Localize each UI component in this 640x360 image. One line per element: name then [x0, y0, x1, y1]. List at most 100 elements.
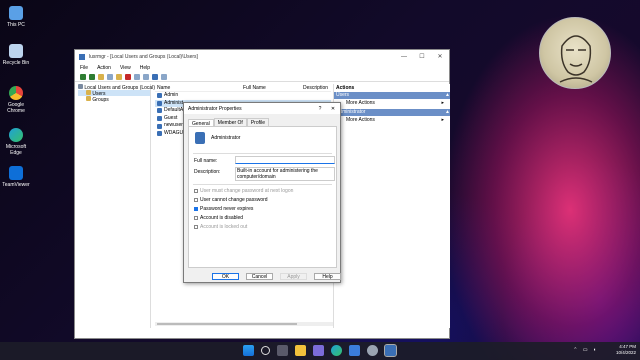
- system-tray-icons[interactable]: ⌃ ▭ ◖: [573, 347, 598, 353]
- help-icon[interactable]: [152, 73, 158, 80]
- delete-icon[interactable]: [125, 73, 131, 80]
- taskbar-icons: [243, 344, 397, 357]
- list-item[interactable]: Admin: [155, 92, 331, 100]
- menu-bar: File Action View Help: [75, 63, 449, 72]
- user-icon: [157, 116, 162, 122]
- toolbar: [75, 72, 449, 82]
- desktop-icon-this-pc[interactable]: This PC: [2, 6, 30, 28]
- checkbox-box-checked: [194, 207, 198, 211]
- store-icon[interactable]: [349, 345, 360, 356]
- clock[interactable]: 4:47 PM 10/4/2022: [616, 344, 636, 356]
- task-view-icon[interactable]: [277, 345, 288, 356]
- user-icon: [157, 123, 162, 129]
- folder-icon: [86, 90, 91, 95]
- ok-button[interactable]: OK: [212, 273, 239, 280]
- collapse-icon: ▲: [445, 92, 450, 98]
- checkbox-box: [194, 225, 198, 229]
- menu-action[interactable]: Action: [97, 65, 111, 71]
- edge-icon: [9, 128, 23, 142]
- full-name-label: Full name:: [194, 158, 218, 164]
- chevron-right-icon: ▸: [441, 100, 444, 106]
- window-titlebar[interactable]: lusrmgr - [Local Users and Groups (Local…: [75, 50, 449, 63]
- actions-section-administrator[interactable]: Administrator ▲: [334, 109, 450, 116]
- user-icon: [157, 131, 162, 137]
- desktop-icon-chrome[interactable]: Google Chrome: [2, 86, 30, 114]
- edge-icon[interactable]: [331, 345, 342, 356]
- lusrmgr-icon[interactable]: [384, 344, 397, 357]
- folder-icon: [86, 96, 91, 101]
- desktop-icon-label: This PC: [7, 22, 25, 28]
- collapse-icon: ▲: [445, 109, 450, 115]
- chevron-right-icon: ▸: [441, 117, 444, 123]
- user-icon: [157, 108, 162, 114]
- column-description[interactable]: Description: [303, 84, 331, 91]
- desktop-icon-label: TeamViewer: [2, 182, 30, 188]
- desktop-icon-label: Recycle Bin: [2, 60, 30, 66]
- up-folder-icon[interactable]: [98, 73, 104, 80]
- more-actions-users[interactable]: More Actions ▸: [334, 99, 450, 108]
- settings-icon[interactable]: [367, 345, 378, 356]
- dialog-title: Administrator Properties: [188, 105, 242, 112]
- window-title: lusrmgr - [Local Users and Groups (Local…: [89, 53, 198, 60]
- tree-item-groups[interactable]: Groups: [78, 96, 150, 103]
- help-dialog-button[interactable]: Help: [314, 273, 341, 280]
- user-icon: [157, 100, 162, 106]
- folder-icon[interactable]: [116, 73, 122, 80]
- user-icon: [157, 93, 162, 99]
- desktop-icon-label: Microsoft Edge: [5, 144, 27, 156]
- windows-start-icon[interactable]: [243, 345, 254, 356]
- actions-section-users[interactable]: Users ▲: [334, 92, 450, 99]
- description-field[interactable]: Built-in account for administering the c…: [235, 167, 335, 181]
- list-header: Name Full Name Description: [155, 84, 331, 92]
- refresh-icon[interactable]: [143, 73, 149, 80]
- checkbox-account-disabled[interactable]: Account is disabled: [194, 215, 243, 221]
- menu-view[interactable]: View: [120, 65, 131, 71]
- menu-help[interactable]: Help: [140, 65, 150, 71]
- maximize-button[interactable]: ☐: [413, 53, 431, 60]
- checkbox-account-locked-out[interactable]: Account is locked out: [194, 224, 247, 230]
- more-actions-administrator[interactable]: More Actions ▸: [334, 116, 450, 125]
- checkbox-box: [194, 216, 198, 220]
- show-tree-icon[interactable]: [107, 73, 113, 80]
- checkbox-password-never-expires[interactable]: Password never expires: [194, 206, 253, 212]
- back-icon[interactable]: [80, 73, 86, 80]
- properties-dialog: Administrator Properties ? ✕ General Mem…: [183, 102, 341, 283]
- properties-icon[interactable]: [134, 73, 140, 80]
- chat-icon[interactable]: [313, 345, 324, 356]
- menu-file[interactable]: File: [80, 65, 88, 71]
- scrollbar-thumb[interactable]: [157, 323, 297, 325]
- desktop-icon-recycle-bin[interactable]: Recycle Bin: [2, 44, 30, 66]
- divider: [193, 184, 332, 185]
- full-name-field[interactable]: [235, 156, 335, 164]
- chrome-icon: [9, 86, 23, 100]
- desktop-icon-teamviewer[interactable]: TeamViewer: [2, 166, 30, 188]
- desktop-icon-label: Google Chrome: [7, 102, 25, 114]
- file-explorer-icon[interactable]: [295, 345, 306, 356]
- user-icon: [195, 132, 205, 144]
- checkbox-cannot-change-password[interactable]: User cannot change password: [194, 197, 268, 203]
- apply-button[interactable]: Apply: [280, 273, 307, 280]
- clock-date: 10/4/2022: [615, 350, 636, 355]
- taskbar: ⌃ ▭ ◖ 4:47 PM 10/4/2022: [0, 342, 640, 360]
- console-tree: Local Users and Groups (Local) Users Gro…: [78, 84, 155, 328]
- checkbox-must-change-password[interactable]: User must change password at next logon: [194, 188, 293, 194]
- dialog-close-button[interactable]: ✕: [326, 106, 340, 112]
- column-full-name[interactable]: Full Name: [243, 84, 303, 91]
- description-label: Description:: [194, 169, 221, 175]
- dialog-buttons: OK Cancel Apply Help: [212, 273, 341, 280]
- app-icon: [79, 53, 85, 60]
- checkbox-box: [194, 198, 198, 202]
- teamviewer-icon: [9, 166, 23, 180]
- column-name[interactable]: Name: [155, 84, 243, 91]
- view-icon[interactable]: [161, 73, 167, 80]
- help-button[interactable]: ?: [314, 106, 326, 112]
- close-button[interactable]: ✕: [431, 53, 449, 60]
- cancel-button[interactable]: Cancel: [246, 273, 273, 280]
- dialog-titlebar[interactable]: Administrator Properties ? ✕: [184, 103, 340, 114]
- search-icon[interactable]: [261, 346, 270, 355]
- general-panel: Administrator Full name: Description: Bu…: [188, 126, 337, 268]
- minimize-button[interactable]: —: [395, 54, 413, 60]
- desktop-icon-edge[interactable]: Microsoft Edge: [2, 128, 30, 156]
- forward-icon[interactable]: [89, 73, 95, 80]
- recycle-bin-icon: [9, 44, 23, 58]
